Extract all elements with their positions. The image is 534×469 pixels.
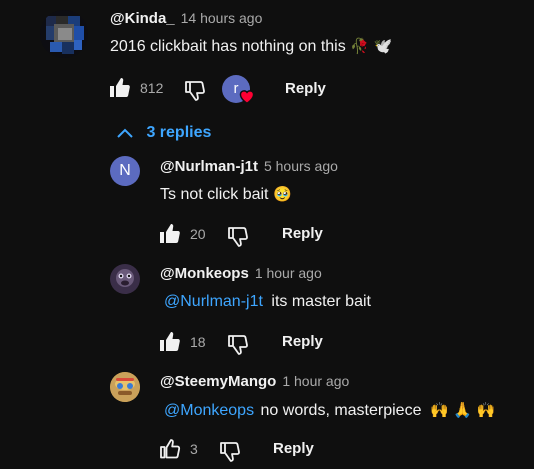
reply-emoji: 🙌 🙏 🙌 (429, 401, 496, 419)
like-count: 812 (140, 80, 164, 96)
dislike-button[interactable] (183, 78, 207, 102)
avatar-nurlman[interactable]: N (110, 156, 140, 186)
reply-button[interactable]: Reply (273, 440, 314, 457)
reply-header: @Nurlman-j1t 5 hours ago (160, 158, 338, 176)
reply-button[interactable]: Reply (282, 225, 323, 242)
reply-body: Ts not click bait (160, 186, 269, 203)
reply-button[interactable]: Reply (285, 80, 326, 97)
thumbs-up-icon (160, 224, 180, 243)
dislike-button[interactable] (226, 224, 250, 248)
like-count: 18 (190, 334, 206, 350)
comment-body: 2016 clickbait has nothing on this (110, 38, 346, 55)
like-button[interactable] (108, 76, 132, 100)
avatar-monkeops[interactable] (110, 264, 140, 294)
comment-author[interactable]: @Kinda_ (110, 10, 175, 27)
dislike-button[interactable] (218, 439, 242, 463)
like-button[interactable] (158, 330, 182, 354)
comment-emoji: 🥀 🕊️ (350, 37, 393, 55)
reply-button[interactable]: Reply (282, 333, 323, 350)
thumbs-down-icon (228, 227, 248, 247)
reply-text: Ts not click bait 🥹 (160, 185, 292, 204)
chevron-up-icon (116, 126, 134, 140)
reply-header: @Monkeops 1 hour ago (160, 265, 322, 283)
dislike-button[interactable] (226, 332, 250, 356)
like-button[interactable] (158, 222, 182, 246)
reply-text: @Nurlman-j1t its master bait (164, 293, 371, 311)
heart-icon (238, 88, 256, 109)
thumbs-up-icon (110, 78, 130, 97)
reply-emoji: 🥹 (272, 185, 292, 203)
avatar-steemymango[interactable] (110, 372, 140, 402)
replies-toggle-label: 3 replies (146, 124, 212, 141)
reply-author[interactable]: @SteemyMango (160, 373, 276, 390)
like-button[interactable] (158, 437, 182, 461)
reply-mention-link[interactable]: @Monkeops (164, 402, 254, 419)
thumbs-down-icon (220, 442, 240, 462)
like-count: 20 (190, 226, 206, 242)
avatar-letter: N (119, 162, 131, 179)
reply-body: its master bait (271, 293, 371, 310)
reply-text: @Monkeops no words, masterpiece 🙌 🙏 🙌 (164, 401, 496, 420)
like-count: 3 (190, 441, 198, 457)
thumbs-down-icon (228, 335, 248, 355)
reply-time[interactable]: 1 hour ago (282, 373, 349, 389)
replies-toggle[interactable]: 3 replies (116, 124, 211, 142)
thumbs-up-icon (160, 332, 180, 351)
reply-author[interactable]: @Nurlman-j1t (160, 158, 258, 175)
reply-mention-link[interactable]: @Nurlman-j1t (164, 293, 263, 310)
reply-body: no words, masterpiece (260, 402, 422, 419)
reply-time[interactable]: 5 hours ago (264, 158, 338, 174)
reply-time[interactable]: 1 hour ago (255, 265, 322, 281)
comment-header: @Kinda_ 14 hours ago (110, 10, 262, 28)
avatar-kinda[interactable] (40, 10, 88, 58)
thumbs-down-icon (185, 81, 205, 101)
thumbs-up-outline-icon (160, 439, 181, 459)
reply-author[interactable]: @Monkeops (160, 265, 249, 282)
reply-header: @SteemyMango 1 hour ago (160, 373, 349, 391)
comment-time[interactable]: 14 hours ago (181, 10, 263, 26)
comment-text: 2016 clickbait has nothing on this 🥀 🕊️ (110, 37, 392, 56)
